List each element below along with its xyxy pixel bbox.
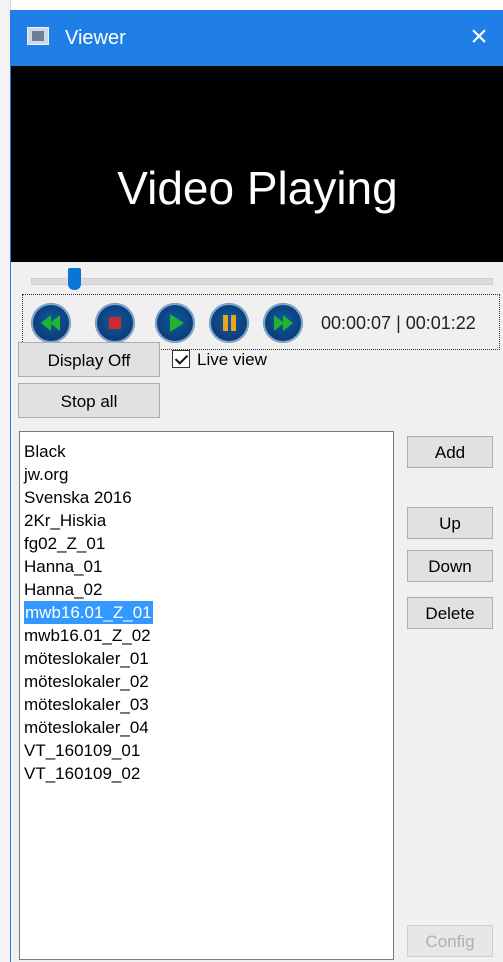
list-item[interactable]: jw.org <box>24 463 68 486</box>
pause-icon <box>223 315 236 331</box>
list-item[interactable]: möteslokaler_03 <box>24 693 149 716</box>
list-item[interactable]: VT_160109_02 <box>24 762 140 785</box>
list-item[interactable]: Svenska 2016 <box>24 486 132 509</box>
window-title: Viewer <box>65 27 126 49</box>
playback-slider[interactable] <box>31 268 493 292</box>
stop-button[interactable] <box>95 303 135 343</box>
list-item[interactable]: fg02_Z_01 <box>24 532 105 555</box>
stop-icon <box>109 317 121 329</box>
list-item[interactable]: Hanna_01 <box>24 555 102 578</box>
list-item[interactable]: Hanna_02 <box>24 578 102 601</box>
slider-thumb[interactable] <box>68 268 81 290</box>
pause-button[interactable] <box>209 303 249 343</box>
viewer-window: Viewer × Video Playing 00:00:07 | 00:01:… <box>10 10 503 962</box>
live-view-checkbox-box[interactable] <box>172 350 190 368</box>
list-item[interactable]: mwb16.01_Z_02 <box>24 624 151 647</box>
list-item-selected[interactable]: mwb16.01_Z_01 <box>24 601 153 624</box>
rewind-button[interactable] <box>31 303 71 343</box>
fast-forward-button[interactable] <box>263 303 303 343</box>
add-button[interactable]: Add <box>407 436 493 468</box>
display-off-button[interactable]: Display Off <box>18 342 160 377</box>
video-status-text: Video Playing <box>117 162 398 214</box>
playlist-listbox[interactable]: Black jw.org Svenska 2016 2Kr_Hiskia fg0… <box>19 431 394 960</box>
title-bar[interactable]: Viewer × <box>11 10 503 66</box>
delete-button[interactable]: Delete <box>407 597 493 629</box>
playback-time: 00:00:07 | 00:01:22 <box>321 313 476 333</box>
list-item[interactable]: VT_160109_01 <box>24 739 140 762</box>
up-button[interactable]: Up <box>407 507 493 539</box>
list-item[interactable]: möteslokaler_04 <box>24 716 149 739</box>
play-button[interactable] <box>155 303 195 343</box>
stop-all-button[interactable]: Stop all <box>18 383 160 418</box>
list-item[interactable]: Black <box>24 440 66 463</box>
close-icon[interactable]: × <box>462 20 496 54</box>
list-item[interactable]: möteslokaler_01 <box>24 647 149 670</box>
list-item[interactable]: 2Kr_Hiskia <box>24 509 106 532</box>
play-icon <box>170 314 184 332</box>
list-item[interactable]: möteslokaler_02 <box>24 670 149 693</box>
rewind-icon <box>41 315 60 331</box>
down-button[interactable]: Down <box>407 550 493 582</box>
fast-forward-icon <box>274 315 293 331</box>
screen-background: Viewer × Video Playing 00:00:07 | 00:01:… <box>0 0 503 962</box>
window-app-icon <box>27 27 49 45</box>
video-preview: Video Playing <box>11 66 503 262</box>
live-view-label: Live view <box>197 350 267 369</box>
slider-track[interactable] <box>31 278 493 285</box>
config-button[interactable]: Config <box>407 925 493 957</box>
